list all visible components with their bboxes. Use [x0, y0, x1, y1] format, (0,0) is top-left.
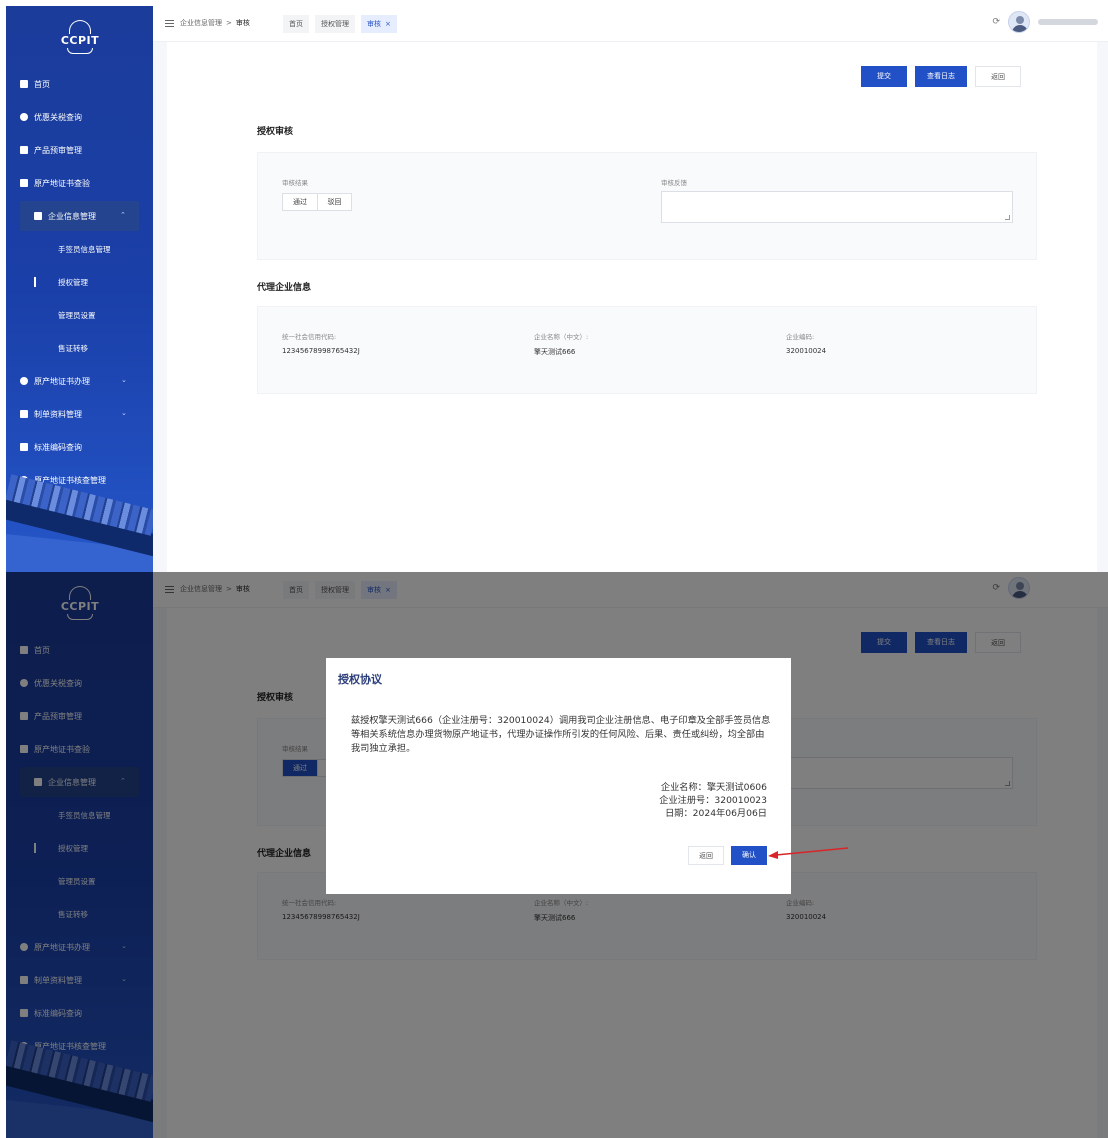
result-label: 审核结果: [282, 179, 308, 187]
submit-button[interactable]: 提交: [861, 66, 907, 87]
code-icon: [20, 443, 28, 451]
view-log-button[interactable]: 查看日志: [915, 66, 967, 87]
company-code-value: 320010024: [786, 347, 827, 355]
dialog-cancel-button[interactable]: 返回: [688, 846, 724, 865]
credit-code-value: 12345678998765432J: [282, 347, 360, 355]
home-icon: [20, 80, 28, 88]
sidebar-item-enterprise[interactable]: 企业信息管理⌃: [20, 201, 139, 231]
tag-home[interactable]: 首页: [283, 15, 309, 33]
sidebar-item-transfer[interactable]: 售证转移: [6, 333, 153, 363]
menu-toggle-icon[interactable]: [165, 19, 174, 27]
avatar[interactable]: [1008, 11, 1030, 33]
topbar: 企业信息管理 > 审核 首页 授权管理 审核× ⟳: [153, 6, 1108, 42]
credit-code-label: 统一社会信用代码:: [282, 333, 337, 341]
user-area: ⟳: [992, 11, 1098, 33]
sign-date: 日期：2024年06月06日: [665, 808, 767, 819]
company-name-label: 企业名称（中文）:: [534, 333, 589, 341]
resize-handle-icon: [1005, 215, 1010, 220]
sidebar-item-home[interactable]: 首页: [6, 69, 153, 99]
refresh-icon[interactable]: ⟳: [992, 17, 1000, 27]
authorization-agreement-dialog: 授权协议 兹授权擎天测试666（企业注册号：320010024）调用我司企业注册…: [326, 658, 791, 894]
feedback-textarea[interactable]: [661, 191, 1013, 223]
content: 提交 查看日志 返回 授权审核 审核结果 通过 驳回 审核反馈 代理企业信息: [153, 42, 1108, 572]
pass-option[interactable]: 通过: [283, 194, 317, 210]
dialog-title: 授权协议: [338, 673, 382, 686]
screen-with-dialog: CCPIT 首页 优惠关税查询 产品预审管理 原产地证书查验 企业信息管理⌃ 手…: [6, 572, 1108, 1138]
product-icon: [20, 146, 28, 154]
sidebar-item-admin[interactable]: 管理员设置: [6, 300, 153, 330]
action-bar: 提交 查看日志 返回: [167, 42, 1097, 100]
sidebar-item-cert-check[interactable]: 原产地证书查验: [6, 168, 153, 198]
company-code-label: 企业编码:: [786, 333, 815, 341]
sidebar-item-code[interactable]: 标准编码查询: [6, 432, 153, 462]
chevron-up-icon: ⌃: [120, 211, 126, 219]
tag-authorization[interactable]: 授权管理: [315, 15, 355, 33]
signature-block: 企业名称：擎天测试0606 企业注册号：320010023 日期：2024年06…: [659, 781, 767, 820]
back-button[interactable]: 返回: [975, 66, 1021, 87]
main-area: 企业信息管理 > 审核 首页 授权管理 审核× ⟳ 提交 查看日志 返回: [153, 6, 1108, 572]
annotation-arrow: [768, 847, 848, 859]
ccpit-logo: CCPIT: [58, 20, 102, 60]
username-redacted: [1038, 19, 1098, 25]
review-section-title: 授权审核: [257, 127, 294, 137]
document-icon: [20, 410, 28, 418]
company-name-value: 擎天测试666: [534, 348, 576, 356]
close-icon[interactable]: ×: [385, 20, 391, 28]
certificate-check-icon: [20, 179, 28, 187]
sidebar-item-cert-apply[interactable]: 原产地证书办理⌄: [6, 366, 153, 396]
cargo-ship-illustration: [6, 472, 153, 572]
chevron-down-icon: ⌄: [121, 376, 127, 384]
feedback-label: 审核反馈: [661, 179, 687, 187]
agent-section-title: 代理企业信息: [257, 283, 312, 293]
sign-company: 企业名称：擎天测试0606: [660, 782, 767, 793]
reject-option[interactable]: 驳回: [317, 194, 351, 210]
sidebar: CCPIT 首页 优惠关税查询 产品预审管理 原产地证书查验 企业信息管理⌃ 手…: [6, 6, 153, 572]
discount-icon: [20, 113, 28, 121]
dialog-confirm-button[interactable]: 确认: [731, 846, 767, 865]
chevron-down-icon: ⌄: [121, 409, 127, 417]
review-panel: 审核结果 通过 驳回 审核反馈: [257, 152, 1037, 260]
agreement-text: 兹授权擎天测试666（企业注册号：320010024）调用我司企业注册信息、电子…: [351, 715, 771, 754]
sidebar-item-authorization[interactable]: 授权管理: [6, 267, 153, 297]
sign-registration: 企业注册号：320010023: [659, 795, 767, 806]
tag-review[interactable]: 审核×: [361, 15, 397, 33]
result-segment: 通过 驳回: [282, 193, 352, 211]
sidebar-item-signers[interactable]: 手签员信息管理: [6, 234, 153, 264]
certificate-apply-icon: [20, 377, 28, 385]
sidebar-item-product[interactable]: 产品预审管理: [6, 135, 153, 165]
screen-before-dialog: CCPIT 首页 优惠关税查询 产品预审管理 原产地证书查验 企业信息管理 ⌃ 手…: [6, 6, 1108, 572]
breadcrumb: 企业信息管理 > 审核: [165, 18, 250, 28]
sidebar-item-discount[interactable]: 优惠关税查询: [6, 102, 153, 132]
form-card: 授权审核 审核结果 通过 驳回 审核反馈 代理企业信息 统一社会信用代码: 12…: [167, 100, 1097, 572]
sidebar-item-documents[interactable]: 制单资料管理⌄: [6, 399, 153, 429]
enterprise-icon: [34, 212, 42, 220]
agent-panel: 统一社会信用代码: 12345678998765432J 企业名称（中文）: 擎…: [257, 306, 1037, 394]
tab-tags: 首页 授权管理 审核×: [283, 15, 397, 33]
